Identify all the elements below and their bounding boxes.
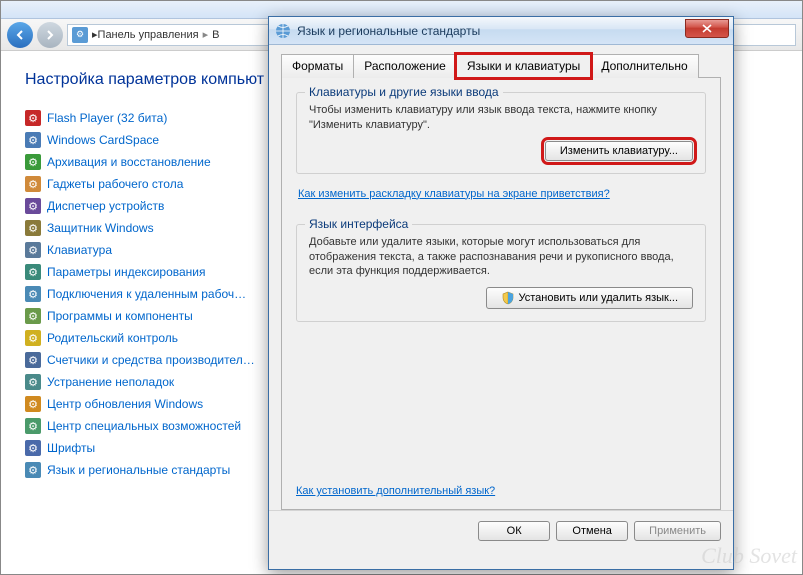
region-language-dialog: Язык и региональные стандарты Форматы Ра…: [268, 16, 734, 570]
applet-icon: ⚙: [25, 418, 41, 434]
applet-icon: ⚙: [25, 308, 41, 324]
applet-link[interactable]: Центр специальных возможностей: [47, 419, 241, 433]
applet-icon: ⚙: [25, 176, 41, 192]
change-keyboard-button[interactable]: Изменить клавиатуру...: [545, 141, 693, 161]
welcome-layout-link[interactable]: Как изменить раскладку клавиатуры на экр…: [298, 188, 610, 200]
applet-link[interactable]: Центр обновления Windows: [47, 397, 203, 411]
applet-link[interactable]: Шрифты: [47, 441, 95, 455]
applet-link[interactable]: Счетчики и средства производител…: [47, 353, 255, 367]
breadcrumb-item[interactable]: В: [212, 29, 219, 41]
tab-formats[interactable]: Форматы: [281, 54, 354, 78]
applet-link[interactable]: Защитник Windows: [47, 221, 154, 235]
applet-icon: ⚙: [25, 374, 41, 390]
applet-link[interactable]: Windows CardSpace: [47, 133, 159, 147]
tab-location[interactable]: Расположение: [353, 54, 457, 78]
button-label: Установить или удалить язык...: [519, 292, 679, 304]
install-uninstall-language-button[interactable]: Установить или удалить язык...: [486, 287, 694, 309]
cancel-button[interactable]: Отмена: [556, 521, 628, 541]
keyboards-group: Клавиатуры и другие языки ввода Чтобы из…: [296, 92, 706, 174]
applet-link[interactable]: Архивация и восстановление: [47, 155, 211, 169]
applet-icon: ⚙: [25, 330, 41, 346]
applet-icon: ⚙: [25, 264, 41, 280]
dialog-titlebar[interactable]: Язык и региональные стандарты: [269, 17, 733, 45]
group-description: Чтобы изменить клавиатуру или язык ввода…: [309, 103, 693, 133]
applet-icon: ⚙: [25, 286, 41, 302]
group-title: Клавиатуры и другие языки ввода: [305, 85, 503, 99]
applet-icon: ⚙: [25, 352, 41, 368]
applet-icon: ⚙: [25, 220, 41, 236]
dialog-title: Язык и региональные стандарты: [297, 24, 685, 38]
applet-icon: ⚙: [25, 396, 41, 412]
tab-keyboards[interactable]: Языки и клавиатуры: [456, 54, 591, 78]
applet-link[interactable]: Клавиатура: [47, 243, 112, 257]
applet-icon: ⚙: [25, 440, 41, 456]
tab-bar: Форматы Расположение Языки и клавиатуры …: [281, 53, 721, 78]
tab-advanced[interactable]: Дополнительно: [590, 54, 698, 78]
applet-link[interactable]: Родительский контроль: [47, 331, 178, 345]
control-panel-icon: ⚙: [72, 27, 88, 43]
applet-icon: ⚙: [25, 462, 41, 478]
breadcrumb-item[interactable]: Панель управления: [98, 29, 199, 41]
applet-link[interactable]: Устранение неполадок: [47, 375, 174, 389]
back-button[interactable]: [7, 22, 33, 48]
applet-link[interactable]: Диспетчер устройств: [47, 199, 164, 213]
group-description: Добавьте или удалите языки, которые могу…: [309, 235, 693, 280]
applet-icon: ⚙: [25, 154, 41, 170]
group-title: Язык интерфейса: [305, 217, 412, 231]
forward-button[interactable]: [37, 22, 63, 48]
close-button[interactable]: [685, 19, 729, 38]
applet-link[interactable]: Гаджеты рабочего стола: [47, 177, 183, 191]
ok-button[interactable]: ОК: [478, 521, 550, 541]
tab-panel-keyboards: Клавиатуры и другие языки ввода Чтобы из…: [281, 78, 721, 510]
applet-link[interactable]: Язык и региональные стандарты: [47, 463, 230, 477]
display-language-group: Язык интерфейса Добавьте или удалите язы…: [296, 224, 706, 323]
applet-icon: ⚙: [25, 198, 41, 214]
dialog-footer: ОК Отмена Применить: [269, 510, 733, 550]
shield-icon: [501, 291, 515, 305]
applet-link[interactable]: Параметры индексирования: [47, 265, 205, 279]
applet-icon: ⚙: [25, 132, 41, 148]
applet-link[interactable]: Подключения к удаленным рабоч…: [47, 287, 246, 301]
apply-button[interactable]: Применить: [634, 521, 721, 541]
applet-icon: ⚙: [25, 110, 41, 126]
applet-link[interactable]: Flash Player (32 бита): [47, 111, 167, 125]
applet-icon: ⚙: [25, 242, 41, 258]
globe-icon: [275, 23, 291, 39]
install-additional-language-link[interactable]: Как установить дополнительный язык?: [296, 485, 495, 497]
applet-link[interactable]: Программы и компоненты: [47, 309, 193, 323]
